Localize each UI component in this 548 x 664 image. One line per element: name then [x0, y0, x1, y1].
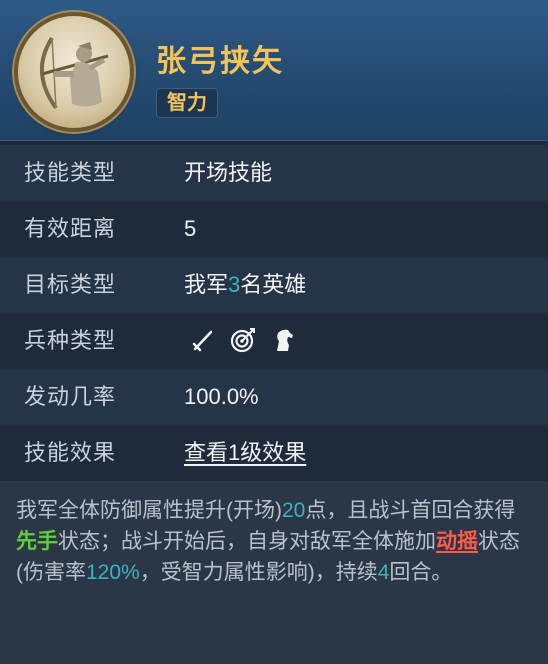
- row-label: 有效距离: [24, 216, 117, 241]
- row-value: 开场技能: [184, 160, 273, 185]
- row-label: 技能效果: [24, 440, 117, 465]
- row-skill-type: 技能类型 开场技能: [0, 145, 548, 201]
- row-label: 技能类型: [24, 160, 117, 185]
- row-trigger-rate: 发动几率 100.0%: [0, 369, 548, 425]
- desc-text: 我军全体防御属性提升(开场): [16, 499, 282, 522]
- desc-number: 20: [282, 499, 306, 522]
- trigger-rate-value: 100.0%: [184, 384, 259, 409]
- attribute-tag: 智力: [156, 88, 218, 118]
- target-count: 3: [228, 272, 241, 297]
- desc-text: ，受智力属性影响)，持续: [139, 561, 378, 584]
- archer-icon: [39, 36, 109, 110]
- row-range: 有效距离 5: [0, 201, 548, 257]
- desc-text: 点，且战斗首回合获得: [305, 499, 516, 522]
- row-value: 我军3名英雄: [184, 257, 306, 313]
- skill-attributes-table: 技能类型 开场技能 有效距离 5 目标类型 我军3名英雄 兵种类型 发动几率 1…: [0, 145, 548, 481]
- row-troop-type: 兵种类型: [0, 313, 548, 369]
- troop-icons: [190, 327, 296, 355]
- desc-text: 状态；战斗开始后，自身对敌军全体施加: [58, 530, 436, 553]
- view-effect-link[interactable]: 查看1级效果: [184, 425, 306, 481]
- row-label: 兵种类型: [24, 328, 117, 353]
- skill-title: 张弓挟矢: [156, 45, 284, 78]
- keyword-first-strike[interactable]: 先手: [16, 530, 58, 553]
- desc-text: 回合。: [389, 561, 453, 584]
- horse-icon: [270, 327, 296, 353]
- desc-number: 4: [377, 561, 390, 584]
- row-target-type: 目标类型 我军3名英雄: [0, 257, 548, 313]
- row-label: 发动几率: [24, 384, 117, 409]
- skill-description: 我军全体防御属性提升(开场)20点，且战斗首回合获得先手状态；战斗开始后，自身对…: [0, 481, 548, 664]
- row-value: 5: [184, 216, 197, 241]
- target-icon: [230, 327, 256, 353]
- skill-header: 张弓挟矢 智力: [0, 0, 548, 141]
- skill-portrait: [18, 16, 130, 128]
- sword-icon: [190, 327, 216, 353]
- keyword-shaken[interactable]: 动摇: [436, 530, 478, 553]
- row-skill-effect: 技能效果 查看1级效果: [0, 425, 548, 481]
- target-suffix: 名英雄: [240, 272, 307, 297]
- description-text: 我军全体防御属性提升(开场)20点，且战斗首回合获得先手状态；战斗开始后，自身对…: [16, 495, 532, 588]
- row-label: 目标类型: [24, 272, 117, 297]
- desc-number: 120%: [86, 561, 140, 584]
- skill-card: 张弓挟矢 智力 技能类型 开场技能 有效距离 5 目标类型 我军3名英雄 兵种类…: [0, 0, 548, 664]
- target-prefix: 我军: [184, 272, 229, 297]
